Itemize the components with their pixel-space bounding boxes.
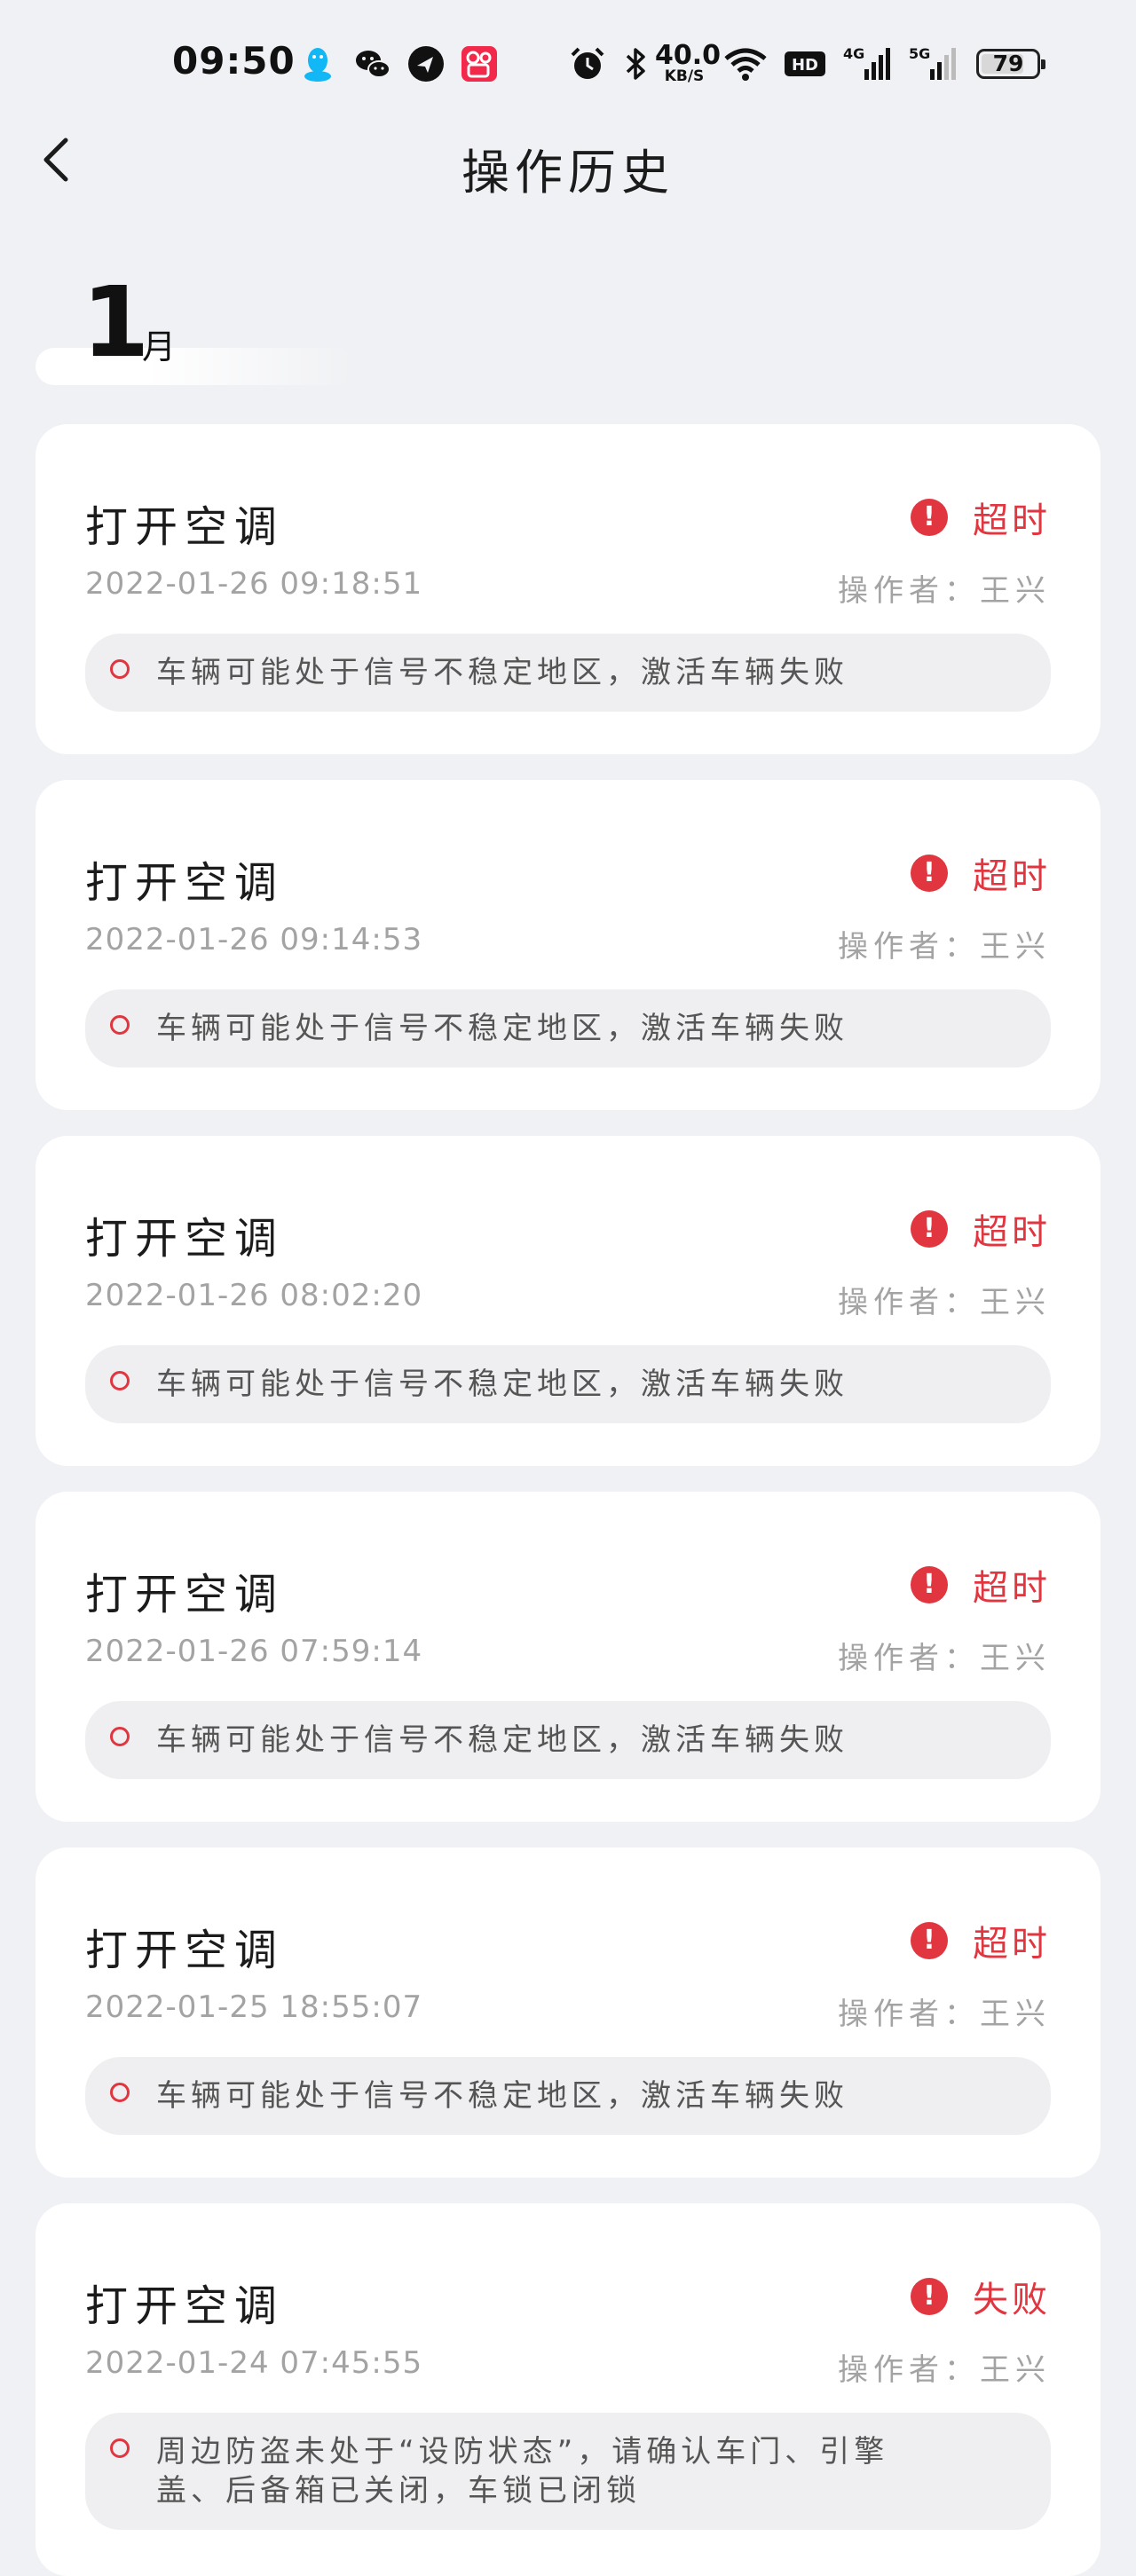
error-message-text: 车辆可能处于信号不稳定地区，激活车辆失败 bbox=[156, 2078, 848, 2114]
status-label: 超时 bbox=[973, 856, 1051, 897]
status-badge: ! 超时 bbox=[911, 847, 1051, 899]
operator-label: 操作者：王兴 bbox=[838, 1997, 1051, 2032]
svg-text:HD: HD bbox=[792, 56, 818, 75]
operation-time: 2022-01-26 07:59:14 bbox=[85, 1634, 423, 1669]
error-message: 车辆可能处于信号不稳定地区，激活车辆失败 bbox=[85, 2057, 1051, 2135]
signal-5g-icon: 5G bbox=[909, 45, 956, 80]
operator-label: 操作者：王兴 bbox=[838, 2352, 1051, 2388]
network-speed: 40.0 KB/S bbox=[655, 40, 722, 85]
bluetooth-icon bbox=[626, 48, 645, 80]
page-title: 操作历史 bbox=[462, 145, 674, 201]
circle-bullet-icon bbox=[110, 659, 130, 679]
history-card[interactable]: 打开空调 ! 超时 2022-01-26 07:59:14 操作者：王兴 车辆可… bbox=[36, 1492, 1100, 1822]
status-time: 09:50 bbox=[172, 39, 296, 83]
status-label: 失败 bbox=[973, 2280, 1051, 2320]
status-badge: ! 超时 bbox=[911, 1559, 1051, 1611]
svg-text:4G: 4G bbox=[843, 45, 864, 62]
error-message: 车辆可能处于信号不稳定地区，激活车辆失败 bbox=[85, 634, 1051, 712]
alert-icon: ! bbox=[911, 2278, 948, 2315]
error-message: 车辆可能处于信号不稳定地区，激活车辆失败 bbox=[85, 989, 1051, 1067]
history-card[interactable]: 打开空调 ! 失败 2022-01-24 07:45:55 操作者：王兴 周边防… bbox=[36, 2203, 1100, 2576]
circle-bullet-icon bbox=[110, 1371, 130, 1390]
operation-time: 2022-01-26 08:02:20 bbox=[85, 1278, 423, 1313]
history-card[interactable]: 打开空调 ! 超时 2022-01-26 08:02:20 操作者：王兴 车辆可… bbox=[36, 1136, 1100, 1466]
wechat-icon bbox=[356, 51, 390, 78]
operation-title: 打开空调 bbox=[85, 1570, 285, 1619]
status-label: 超时 bbox=[973, 500, 1051, 541]
error-message: 车辆可能处于信号不稳定地区，激活车辆失败 bbox=[85, 1701, 1051, 1779]
status-badge: ! 超时 bbox=[911, 1203, 1051, 1255]
alarm-icon bbox=[571, 47, 604, 79]
status-label: 超时 bbox=[973, 1568, 1051, 1609]
error-message-text: 车辆可能处于信号不稳定地区，激活车辆失败 bbox=[156, 1722, 848, 1758]
history-card[interactable]: 打开空调 ! 超时 2022-01-26 09:18:51 操作者：王兴 车辆可… bbox=[36, 424, 1100, 754]
error-message-text: 车辆可能处于信号不稳定地区，激活车辆失败 bbox=[156, 1011, 848, 1046]
error-message: 周边防盗未处于“设防状态”，请确认车门、引擎盖、后备箱已关闭，车锁已闭锁 bbox=[85, 2413, 1051, 2530]
operation-time: 2022-01-25 18:55:07 bbox=[85, 1989, 423, 2025]
month-number: 1 bbox=[82, 265, 150, 379]
status-bar: 09:50 40.0 KB/S HD 4G 5G 79 bbox=[0, 0, 1136, 124]
operator-label: 操作者：王兴 bbox=[838, 1641, 1051, 1676]
alert-icon: ! bbox=[911, 1566, 948, 1603]
circle-bullet-icon bbox=[110, 1727, 130, 1746]
alert-icon: ! bbox=[911, 499, 948, 536]
battery-icon: 79 bbox=[976, 49, 1045, 79]
error-message-text: 车辆可能处于信号不稳定地区，激活车辆失败 bbox=[156, 1367, 848, 1402]
hd-icon: HD bbox=[785, 51, 825, 76]
circle-bullet-icon bbox=[110, 1015, 130, 1035]
history-card[interactable]: 打开空调 ! 超时 2022-01-25 18:55:07 操作者：王兴 车辆可… bbox=[36, 1847, 1100, 2178]
circle-bullet-icon bbox=[110, 2438, 130, 2458]
status-badge: ! 超时 bbox=[911, 1915, 1051, 1966]
network-speed-unit: KB/S bbox=[664, 67, 705, 85]
battery-level: 79 bbox=[992, 51, 1024, 76]
network-speed-value: 40.0 bbox=[655, 40, 722, 71]
error-message: 车辆可能处于信号不稳定地区，激活车辆失败 bbox=[85, 1345, 1051, 1423]
wifi-icon bbox=[724, 48, 767, 81]
kuaishou-icon bbox=[462, 46, 497, 82]
operator-label: 操作者：王兴 bbox=[838, 1285, 1051, 1320]
operation-title: 打开空调 bbox=[85, 2281, 285, 2331]
feishu-icon bbox=[408, 46, 444, 82]
alert-icon: ! bbox=[911, 1922, 948, 1959]
status-badge: ! 超时 bbox=[911, 492, 1051, 543]
operation-title: 打开空调 bbox=[85, 858, 285, 908]
svg-text:5G: 5G bbox=[909, 45, 930, 62]
month-unit: 月 bbox=[142, 327, 177, 366]
error-message-text: 车辆可能处于信号不稳定地区，激活车辆失败 bbox=[156, 655, 848, 690]
alert-icon: ! bbox=[911, 855, 948, 892]
operator-label: 操作者：王兴 bbox=[838, 929, 1051, 965]
history-card[interactable]: 打开空调 ! 超时 2022-01-26 09:14:53 操作者：王兴 车辆可… bbox=[36, 780, 1100, 1110]
operation-title: 打开空调 bbox=[85, 1926, 285, 1975]
operation-time: 2022-01-24 07:45:55 bbox=[85, 2345, 423, 2381]
operator-label: 操作者：王兴 bbox=[838, 573, 1051, 609]
error-message-text: 周边防盗未处于“设防状态”，请确认车门、引擎盖、后备箱已关闭，车锁已闭锁 bbox=[156, 2434, 889, 2509]
status-badge: ! 失败 bbox=[911, 2271, 1051, 2322]
operation-title: 打开空调 bbox=[85, 502, 285, 552]
circle-bullet-icon bbox=[110, 2083, 130, 2102]
qq-icon bbox=[304, 48, 331, 82]
status-label: 超时 bbox=[973, 1924, 1051, 1965]
alert-icon: ! bbox=[911, 1210, 948, 1248]
status-label: 超时 bbox=[973, 1212, 1051, 1253]
operation-title: 打开空调 bbox=[85, 1214, 285, 1264]
signal-4g-icon: 4G bbox=[843, 45, 890, 80]
operation-time: 2022-01-26 09:18:51 bbox=[85, 566, 423, 602]
operation-time: 2022-01-26 09:14:53 bbox=[85, 922, 423, 957]
